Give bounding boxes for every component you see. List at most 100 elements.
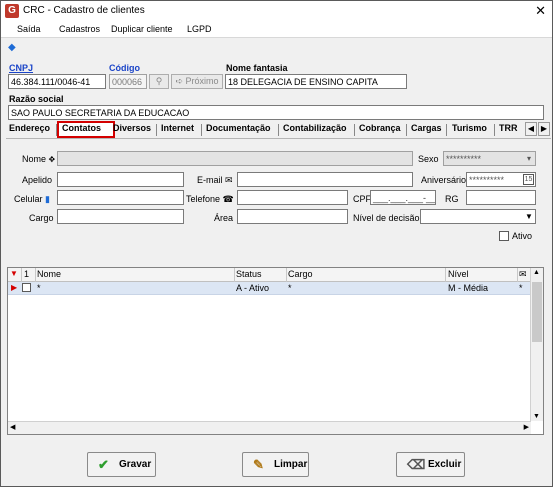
tab-separator [446, 124, 447, 136]
gravar-button[interactable]: ✔ Gravar [87, 452, 156, 477]
proximo-label: Próximo [185, 76, 219, 86]
tab-cobranca[interactable]: Cobrança [359, 123, 401, 133]
scroll-up-icon[interactable]: ▲ [533, 269, 540, 276]
tab-endereco[interactable]: Endereço [9, 123, 50, 133]
sexo-select[interactable]: ********** ▾ [443, 151, 536, 166]
nivel-decisao-select[interactable]: ▼ [420, 209, 536, 224]
nome-label: Nome ✥ [22, 154, 56, 164]
email-field[interactable] [237, 172, 413, 187]
tab-separator [354, 124, 355, 136]
area-field[interactable] [237, 209, 348, 224]
table-row[interactable]: ▶ * A - Ativo * M - Média * [8, 282, 531, 295]
key-icon: ✥ [48, 155, 56, 164]
col-nome[interactable]: Nome [37, 269, 61, 279]
scroll-right-icon[interactable]: ▶ [524, 423, 529, 431]
aniversario-field[interactable]: ********** 15 [466, 172, 536, 187]
aniversario-label: Aniversário [421, 175, 467, 185]
toolbar-diamond-icon[interactable]: ◆ [8, 42, 16, 53]
envelope-icon[interactable]: ✉ [519, 269, 527, 280]
apelido-field[interactable] [57, 172, 184, 187]
sexo-label: Sexo [418, 154, 439, 164]
grid-horizontal-scrollbar[interactable]: ◀ ▶ [8, 421, 531, 434]
telephone-icon: ☎ [222, 194, 234, 204]
nome-fantasia-field[interactable]: 18 DELEGACIA DE ENSINO CAPITA [225, 74, 407, 89]
cell-cargo: * [288, 283, 292, 293]
codigo-label: Código [109, 63, 140, 73]
tab-separator [56, 124, 57, 136]
apelido-label: Apelido [22, 175, 53, 185]
razao-social-field[interactable]: SAO PAULO SECRETARIA DA EDUCACAO [8, 105, 544, 120]
binoculars-search-button[interactable]: ⚲ [149, 74, 169, 89]
tab-contatos[interactable]: Contatos [62, 123, 101, 133]
cpf-label: CPF [353, 194, 371, 204]
cnpj-field[interactable]: 46.384.111/0046-41 [8, 74, 106, 89]
chevron-down-icon: ▼ [525, 212, 533, 221]
scroll-thumb[interactable] [532, 282, 542, 342]
telefone-label: Telefone ☎ [186, 194, 234, 204]
contacts-grid: ▼ 1 Nome Status Cargo Nível ✉ ▶ * A - At… [7, 267, 544, 435]
envelope-icon: ✉ [225, 175, 233, 185]
menu-cadastros[interactable]: Cadastros [59, 24, 100, 34]
rg-field[interactable] [466, 190, 536, 205]
calendar-icon[interactable]: 15 [523, 174, 534, 185]
app-logo-icon: G [5, 4, 19, 18]
menu-saida[interactable]: Saída [17, 24, 41, 34]
grid-vertical-scrollbar[interactable]: ▲ ▼ [530, 268, 543, 421]
col-status[interactable]: Status [236, 269, 262, 279]
cellphone-icon: ▮ [45, 194, 50, 204]
row-checkbox[interactable] [22, 283, 31, 292]
nivel-decisao-label: Nível de decisão [353, 213, 420, 223]
limpar-label: Limpar [274, 459, 308, 470]
excluir-label: Excluir [428, 459, 462, 470]
tab-diversos[interactable]: Diversos [113, 123, 151, 133]
row-number-header: 1 [24, 269, 30, 279]
celular-field[interactable] [57, 190, 184, 205]
chevron-down-icon: ▾ [526, 154, 531, 163]
tab-scroll-right-icon[interactable]: ▶ [538, 122, 550, 136]
tab-internet[interactable]: Internet [161, 123, 194, 133]
scroll-down-icon[interactable]: ▼ [533, 413, 540, 420]
cell-nome: * [37, 283, 41, 293]
sort-indicator-icon: ▼ [10, 269, 18, 278]
ativo-label: Ativo [512, 231, 533, 241]
cargo-field[interactable] [57, 209, 184, 224]
menu-bar: Saída Cadastros Duplicar cliente LGPD [1, 21, 552, 38]
tab-turismo[interactable]: Turismo [452, 123, 487, 133]
tab-trr[interactable]: TRR [499, 123, 518, 133]
nome-field[interactable] [57, 151, 413, 166]
limpar-button[interactable]: ✎ Limpar [242, 452, 309, 477]
close-window-button[interactable]: ✕ [535, 3, 546, 19]
tab-documentacao[interactable]: Documentação [206, 123, 271, 133]
tab-separator [156, 124, 157, 136]
cnpj-link[interactable]: CNPJ [9, 63, 33, 73]
cell-nivel: M - Média [448, 283, 489, 293]
menu-duplicar-cliente[interactable]: Duplicar cliente [111, 24, 173, 34]
ativo-checkbox[interactable] [499, 231, 509, 241]
tab-separator [494, 124, 495, 136]
codigo-field[interactable]: 000066 [109, 74, 147, 89]
nome-fantasia-label: Nome fantasia [226, 63, 288, 73]
excluir-button[interactable]: ⌫ Excluir [396, 452, 465, 477]
title-bar: G CRC - Cadastro de clientes ✕ [1, 1, 552, 21]
tab-cargas[interactable]: Cargas [411, 123, 442, 133]
area-label: Área [214, 213, 234, 223]
scroll-left-icon[interactable]: ◀ [10, 423, 15, 431]
arrow-right-icon: ➪ [175, 76, 183, 86]
main-window: G CRC - Cadastro de clientes ✕ Saída Cad… [0, 0, 553, 487]
checkmark-icon: ✔ [98, 457, 109, 472]
trash-icon: ⌫ [407, 457, 426, 472]
tab-separator [406, 124, 407, 136]
cpf-field[interactable]: ___.___.___-__ [370, 190, 436, 205]
tab-contabilizacao[interactable]: Contabilização [283, 123, 347, 133]
tab-scroll-left-icon[interactable]: ◀ [525, 122, 537, 136]
celular-label: Celular ▮ [14, 194, 50, 204]
email-label: E-mail ✉ [197, 175, 233, 185]
col-nivel[interactable]: Nível [448, 269, 469, 279]
razao-social-label: Razão social [9, 94, 64, 104]
telefone-field[interactable] [237, 190, 348, 205]
cell-extra: * [519, 283, 523, 293]
tab-separator [201, 124, 202, 136]
proximo-button[interactable]: ➪ Próximo [171, 74, 223, 89]
menu-lgpd[interactable]: LGPD [187, 24, 212, 34]
col-cargo[interactable]: Cargo [288, 269, 313, 279]
